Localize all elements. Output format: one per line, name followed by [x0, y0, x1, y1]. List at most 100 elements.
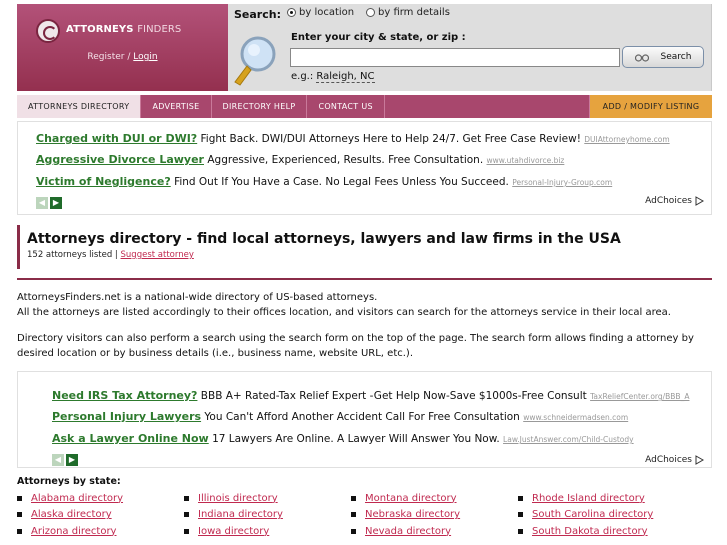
ad-item: Ask a Lawyer Online Now 17 Lawyers Are O… [52, 432, 634, 445]
ad-title-link[interactable]: Ask a Lawyer Online Now [52, 432, 209, 445]
state-link[interactable]: Arizona directory [31, 526, 116, 537]
radio-by-location[interactable]: by location [287, 7, 354, 18]
radio-by-firm-label: by firm details [378, 7, 450, 18]
state-link[interactable]: Nebraska directory [365, 509, 460, 520]
nav-directory-help[interactable]: DIRECTORY HELP [212, 95, 308, 118]
ad-title-link[interactable]: Personal Injury Lawyers [52, 410, 201, 423]
logo-finders-text: FINDERS [137, 24, 182, 35]
bullet-icon [17, 528, 22, 534]
adchoices-icon [695, 455, 704, 465]
radio-by-location-dot[interactable] [287, 8, 296, 17]
register-separator: / [127, 52, 131, 62]
search-button[interactable]: Search [622, 46, 704, 68]
magnifier-icon [234, 36, 276, 86]
adchoices-link[interactable]: AdChoices [645, 455, 704, 465]
ad-prev-arrow-icon[interactable]: ◀ [36, 197, 48, 209]
site-logo[interactable]: ATTORNEYS FINDERS [66, 24, 181, 35]
state-list-item: Nebraska directory [351, 507, 460, 524]
page-title: Attorneys directory - find local attorne… [27, 231, 621, 247]
ad-url-link[interactable]: Law.JustAnswer.com/Child-Custody [503, 435, 634, 444]
ad-text: Fight Back. DWI/DUI Attorneys Here to He… [200, 133, 581, 145]
state-link[interactable]: Alaska directory [31, 509, 112, 520]
ad-text: Find Out If You Have a Case. No Legal Fe… [174, 176, 509, 188]
state-link[interactable]: Montana directory [365, 493, 457, 504]
state-list-item: South Dakota directory [518, 523, 653, 540]
radio-by-firm-dot[interactable] [366, 8, 375, 17]
login-link[interactable]: Login [133, 52, 157, 62]
example-hint: e.g.: Raleigh, NC [291, 71, 375, 83]
ad-text: BBB A+ Rated-Tax Relief Expert -Get Help… [200, 390, 587, 402]
ad-next-arrow-icon[interactable]: ▶ [50, 197, 62, 209]
ad-title-link[interactable]: Charged with DUI or DWI? [36, 132, 197, 145]
state-list-item: Illinois directory [184, 490, 283, 507]
states-column: Illinois directory Indiana directory Iow… [184, 490, 283, 540]
state-link[interactable]: Indiana directory [198, 509, 283, 520]
bullet-icon [518, 512, 523, 518]
adchoices-label: AdChoices [645, 455, 692, 465]
ad-url-link[interactable]: Personal-Injury-Group.com [512, 178, 612, 187]
ad-title-link[interactable]: Aggressive Divorce Lawyer [36, 153, 204, 166]
state-link[interactable]: Iowa directory [198, 526, 269, 537]
search-label: Search: [234, 8, 281, 21]
search-button-label: Search [660, 52, 692, 62]
state-list-item: Nevada directory [351, 523, 460, 540]
state-link[interactable]: Nevada directory [365, 526, 451, 537]
ad-text: Aggressive, Experienced, Results. Free C… [207, 154, 484, 166]
ad-url-link[interactable]: DUIAttorneyhome.com [584, 135, 669, 144]
ad-item: Victim of Negligence? Find Out If You Ha… [36, 175, 612, 188]
ad-text: You Can't Afford Another Accident Call F… [204, 411, 520, 423]
ad-title-link[interactable]: Need IRS Tax Attorney? [52, 389, 197, 402]
ad-prev-arrow-icon[interactable]: ◀ [52, 454, 64, 466]
adchoices-icon [695, 196, 704, 206]
nav-advertise[interactable]: ADVERTISE [141, 95, 212, 118]
bullet-icon [518, 528, 523, 534]
top-ad-block: Charged with DUI or DWI? Fight Back. DWI… [17, 121, 712, 215]
city-state-zip-input[interactable] [290, 48, 620, 67]
ad-item: Need IRS Tax Attorney? BBB A+ Rated-Tax … [52, 389, 689, 402]
state-list-item: Arizona directory [17, 523, 123, 540]
title-divider [17, 278, 712, 280]
states-column: Montana directory Nebraska directory Nev… [351, 490, 460, 540]
bullet-icon [518, 495, 523, 501]
suggest-attorney-link[interactable]: Suggest attorney [121, 250, 194, 260]
intro-paragraph-2: Directory visitors can also perform a se… [17, 333, 694, 359]
ad-item: Personal Injury Lawyers You Can't Afford… [52, 410, 628, 423]
ad-title-link[interactable]: Victim of Negligence? [36, 175, 171, 188]
search-panel: Search: by location by firm details Ente… [228, 4, 712, 91]
city-state-zip-label: Enter your city & state, or zip : [291, 32, 466, 43]
example-prefix: e.g.: [291, 71, 314, 82]
ad-pager: ◀ ▶ [52, 454, 78, 466]
state-link[interactable]: South Carolina directory [532, 509, 653, 520]
state-link[interactable]: Alabama directory [31, 493, 123, 504]
main-navigation: ATTORNEYS DIRECTORY ADVERTISE DIRECTORY … [17, 95, 712, 118]
bullet-icon [351, 512, 356, 518]
bullet-icon [184, 495, 189, 501]
ad-url-link[interactable]: TaxReliefCenter.org/BBB_A [590, 392, 689, 401]
state-list-item: Alabama directory [17, 490, 123, 507]
state-link[interactable]: Rhode Island directory [532, 493, 645, 504]
search-binoculars-icon [634, 54, 649, 62]
nav-attorneys-directory[interactable]: ATTORNEYS DIRECTORY [17, 95, 142, 118]
radio-by-firm[interactable]: by firm details [366, 7, 450, 18]
state-link[interactable]: Illinois directory [198, 493, 278, 504]
state-list-item: Alaska directory [17, 507, 123, 524]
state-link[interactable]: South Dakota directory [532, 526, 648, 537]
state-list-item: Indiana directory [184, 507, 283, 524]
ad-next-arrow-icon[interactable]: ▶ [66, 454, 78, 466]
register-text: Register [87, 52, 125, 62]
ad-url-link[interactable]: www.schneidermadsen.com [523, 413, 628, 422]
bottom-ad-block: Need IRS Tax Attorney? BBB A+ Rated-Tax … [17, 371, 712, 468]
bullet-icon [184, 512, 189, 518]
adchoices-link[interactable]: AdChoices [645, 196, 704, 206]
ad-url-link[interactable]: www.utahdivorce.biz [487, 156, 565, 165]
ad-pager: ◀ ▶ [36, 197, 62, 209]
example-value: Raleigh, NC [316, 71, 375, 83]
intro-paragraph: AttorneysFinders.net is a national-wide … [17, 290, 717, 320]
states-heading: Attorneys by state: [17, 476, 121, 487]
attorney-count-line: 152 attorneys listed | Suggest attorney [27, 250, 712, 260]
nav-add-modify-listing[interactable]: ADD / MODIFY LISTING [590, 95, 712, 118]
logo-attorneys-text: ATTORNEYS [66, 24, 134, 35]
logo-magnifier-icon [36, 19, 60, 43]
state-list-item: Iowa directory [184, 523, 283, 540]
nav-contact-us[interactable]: CONTACT US [307, 95, 385, 118]
